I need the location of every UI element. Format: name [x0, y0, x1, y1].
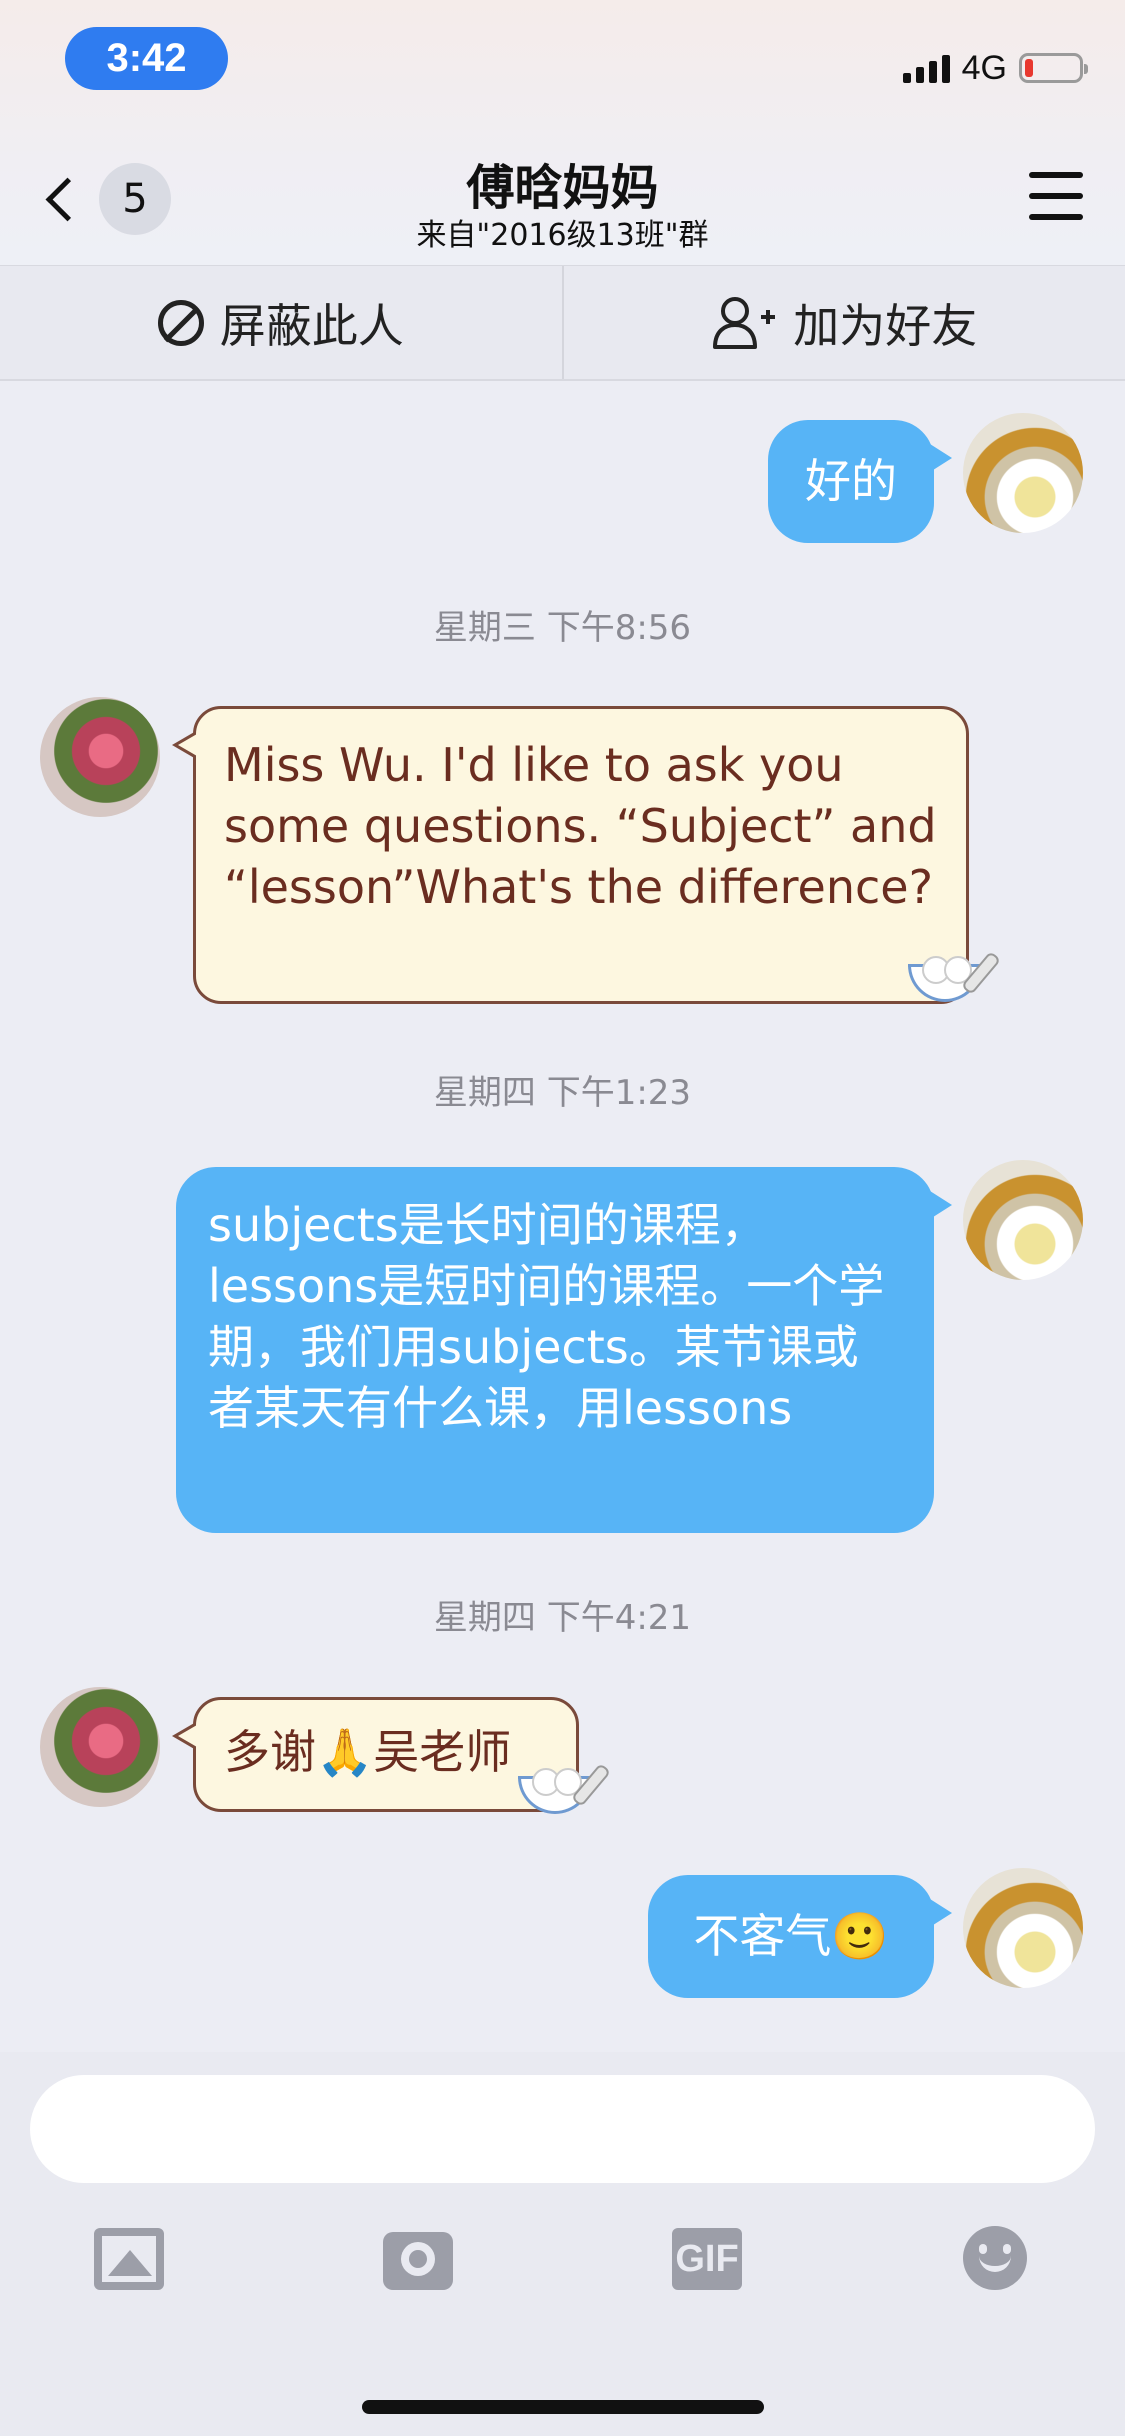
message-bubble-outgoing[interactable]: 不客气🙂: [648, 1875, 952, 1998]
bowl-sticker-icon: [518, 1762, 612, 1814]
gif-icon[interactable]: GIF: [672, 2228, 742, 2290]
menu-icon[interactable]: [1029, 172, 1083, 220]
emoji-icon[interactable]: [963, 2226, 1027, 2290]
image-icon[interactable]: [94, 2228, 164, 2290]
camera-icon[interactable]: [383, 2232, 453, 2290]
action-bar: 屏蔽此人 加为好友: [0, 265, 1125, 381]
self-avatar[interactable]: [963, 1868, 1083, 1988]
add-friend-label: 加为好友: [793, 298, 978, 353]
composer-area: GIF: [0, 2052, 1125, 2436]
message-text: 多谢🙏吴老师: [224, 1725, 512, 1779]
message-timestamp: 星期三 下午8:56: [433, 608, 692, 648]
gif-label: GIF: [675, 2237, 739, 2280]
home-indicator[interactable]: [362, 2400, 764, 2414]
message-text: Miss Wu. I'd like to ask you some questi…: [224, 738, 937, 914]
message-timestamp: 星期四 下午1:23: [433, 1073, 692, 1113]
message-input[interactable]: [30, 2075, 1095, 2183]
message-bubble-outgoing[interactable]: subjects是长时间的课程，lessons是短时间的课程。一个学期，我们用s…: [176, 1167, 952, 1533]
message-bubble-incoming[interactable]: Miss Wu. I'd like to ask you some questi…: [172, 706, 969, 1004]
message-text: subjects是长时间的课程，lessons是短时间的课程。一个学期，我们用s…: [208, 1198, 885, 1435]
signal-icon: [902, 53, 950, 83]
status-indicators: 4G: [902, 48, 1088, 88]
chat-subtitle: 来自"2016级13班"群: [416, 218, 709, 253]
navigation-header: 3:42 4G 5 傅晗妈妈 来自"2016级13班"群: [0, 0, 1125, 265]
chat-title: 傅晗妈妈: [466, 160, 659, 216]
status-time: 3:42: [65, 27, 228, 90]
block-user-button[interactable]: 屏蔽此人: [0, 266, 562, 379]
contact-avatar[interactable]: [40, 1687, 160, 1807]
self-avatar[interactable]: [963, 1160, 1083, 1280]
add-user-icon: [713, 296, 776, 349]
message-text: 好的: [805, 454, 897, 508]
contact-avatar[interactable]: [40, 697, 160, 817]
message-bubble-outgoing[interactable]: 好的: [768, 420, 952, 543]
battery-icon: [1019, 53, 1088, 83]
network-type: 4G: [961, 48, 1007, 87]
block-icon: [157, 299, 204, 346]
bowl-sticker-icon: [908, 950, 1002, 1002]
message-timestamp: 星期四 下午4:21: [433, 1598, 692, 1638]
add-friend-button[interactable]: 加为好友: [564, 266, 1125, 379]
block-user-label: 屏蔽此人: [219, 298, 404, 353]
message-text: 不客气🙂: [693, 1909, 889, 1963]
self-avatar[interactable]: [963, 413, 1083, 533]
